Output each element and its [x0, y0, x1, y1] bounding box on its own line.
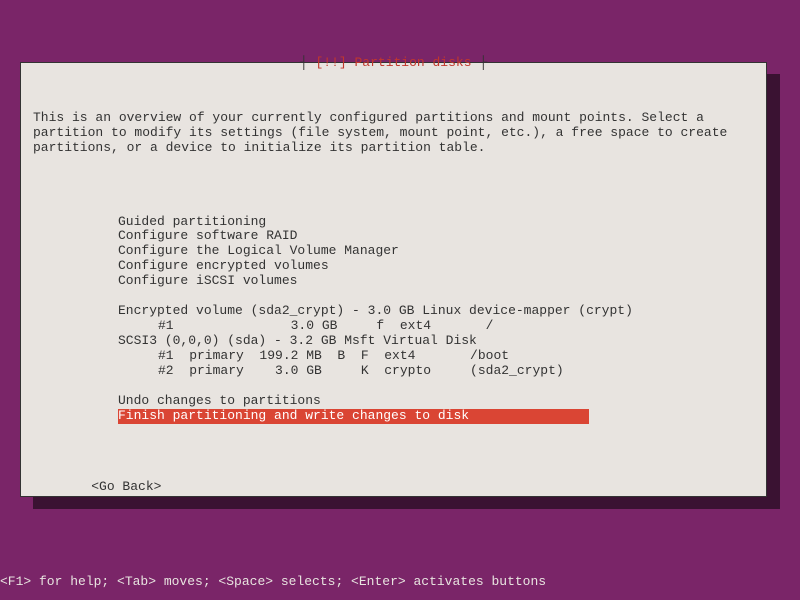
partition-row[interactable]: #1 primary 199.2 MB B F ext4 /boot	[158, 349, 754, 364]
title-prefix: ┤	[300, 55, 316, 70]
device-header[interactable]: SCSI3 (0,0,0) (sda) - 3.2 GB Msft Virtua…	[118, 334, 754, 349]
blank-spacer	[118, 379, 754, 394]
menu-item-config[interactable]: Configure encrypted volumes	[118, 259, 754, 274]
instructions-text: This is an overview of your currently co…	[33, 111, 754, 156]
partition-dialog: ┤ [!!] Partition disks ├ This is an over…	[20, 62, 767, 497]
menu-item-finish[interactable]: Finish partitioning and write changes to…	[118, 409, 589, 424]
dialog-title-bar: ┤ [!!] Partition disks ├	[21, 56, 766, 71]
menu-item-config[interactable]: Configure iSCSI volumes	[118, 274, 754, 289]
menu-item-config[interactable]: Guided partitioning	[118, 215, 754, 230]
menu-item-config[interactable]: Configure the Logical Volume Manager	[118, 244, 754, 259]
title-suffix: ├	[472, 55, 488, 70]
partition-row[interactable]: #2 primary 3.0 GB K crypto (sda2_crypt)	[158, 364, 754, 379]
device-header[interactable]: Encrypted volume (sda2_crypt) - 3.0 GB L…	[118, 304, 754, 319]
menu-list: Guided partitioningConfigure software RA…	[118, 215, 754, 424]
menu-item-config[interactable]: Configure software RAID	[118, 229, 754, 244]
dialog-title: [!!] Partition disks	[315, 55, 471, 70]
footer-help-text: <F1> for help; <Tab> moves; <Space> sele…	[0, 575, 546, 590]
menu-item-undo[interactable]: Undo changes to partitions	[118, 394, 754, 409]
go-back-button[interactable]: <Go Back>	[91, 480, 161, 495]
blank-spacer	[118, 289, 754, 304]
dialog-content: This is an overview of your currently co…	[21, 63, 766, 522]
partition-row[interactable]: #1 3.0 GB f ext4 /	[158, 319, 754, 334]
